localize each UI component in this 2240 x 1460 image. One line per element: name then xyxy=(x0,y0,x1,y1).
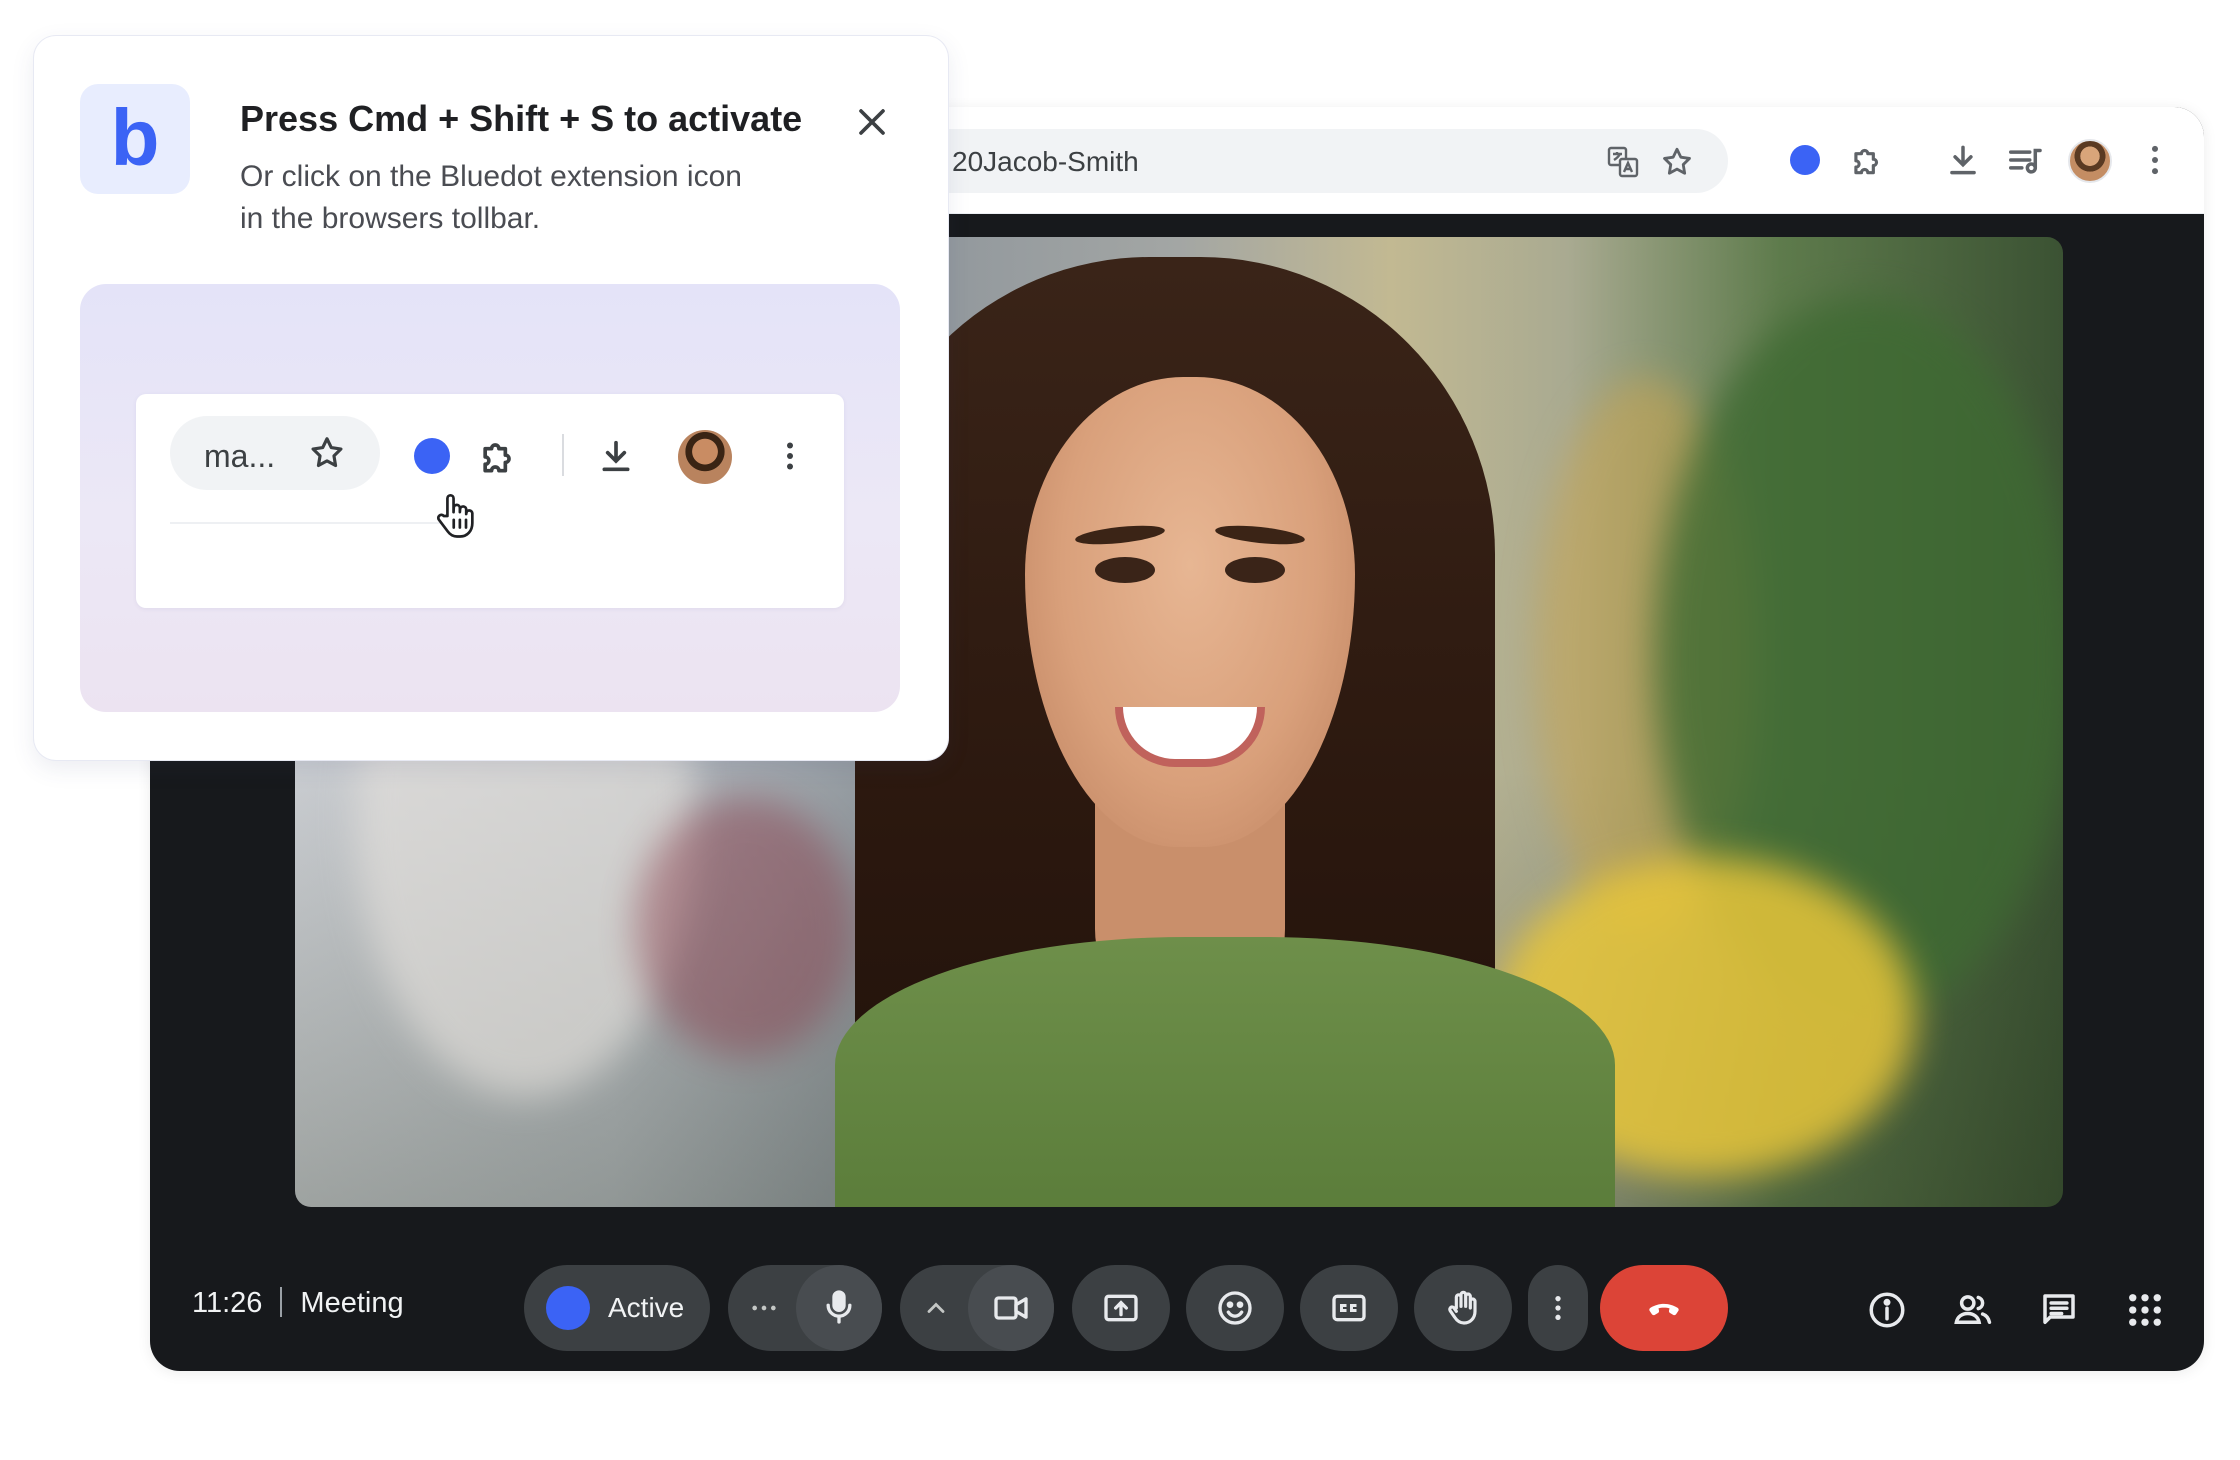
emoji-icon xyxy=(1218,1291,1252,1325)
preview-divider xyxy=(170,522,450,524)
raise-hand-icon xyxy=(1448,1290,1477,1325)
hang-up-button[interactable] xyxy=(1600,1265,1728,1351)
bluedot-status-button[interactable]: Active xyxy=(524,1265,710,1351)
captions-button[interactable] xyxy=(1300,1265,1398,1351)
bluedot-extension-icon xyxy=(414,438,450,474)
address-bar[interactable]: 20Jacob-Smith xyxy=(918,129,1728,193)
avatar xyxy=(678,430,732,484)
mic-button[interactable] xyxy=(796,1265,882,1351)
chat-icon[interactable] xyxy=(2038,1289,2080,1331)
close-icon[interactable] xyxy=(850,100,894,144)
people-icon[interactable] xyxy=(1952,1289,1994,1331)
raise-hand-button[interactable] xyxy=(1414,1265,1512,1351)
meeting-time: 11:26 xyxy=(192,1287,263,1319)
media-queue-icon[interactable] xyxy=(2006,141,2044,179)
more-options-button[interactable] xyxy=(1528,1265,1588,1351)
toolbar-preview-illustration: ma... xyxy=(80,284,900,712)
camera-control-group xyxy=(900,1265,1054,1351)
divider xyxy=(280,1287,283,1317)
mic-icon xyxy=(826,1290,852,1324)
download-icon xyxy=(602,440,630,472)
bluedot-dot-icon xyxy=(546,1286,590,1330)
preview-browser-toolbar: ma... xyxy=(136,394,844,608)
mic-control-group xyxy=(728,1265,882,1351)
preview-address-text: ma... xyxy=(204,438,276,474)
more-horiz-icon[interactable] xyxy=(750,1294,778,1322)
translate-icon[interactable] xyxy=(1606,145,1640,179)
hand-cursor-icon xyxy=(437,494,474,538)
emoji-button[interactable] xyxy=(1186,1265,1284,1351)
apps-grid-icon[interactable] xyxy=(2124,1289,2166,1331)
preview-toolbar-separator xyxy=(562,434,564,476)
present-button[interactable] xyxy=(1072,1265,1170,1351)
more-vert-icon xyxy=(1555,1296,1561,1320)
info-icon[interactable] xyxy=(1866,1289,1908,1331)
right-eye xyxy=(1225,557,1285,583)
person-shirt xyxy=(835,937,1615,1207)
meeting-info: 11:26 Meeting xyxy=(192,1287,404,1320)
address-bar-url: 20Jacob-Smith xyxy=(952,146,1139,177)
star-icon[interactable] xyxy=(1660,145,1694,179)
popup-subtitle-line2: in the browsers tollbar. xyxy=(240,202,541,235)
avatar[interactable] xyxy=(2068,139,2112,183)
chevron-up-icon[interactable] xyxy=(922,1294,950,1322)
bluedot-status-label: Active xyxy=(608,1292,685,1323)
camera-button[interactable] xyxy=(968,1265,1054,1351)
camera-icon xyxy=(994,1296,1028,1320)
captions-icon xyxy=(1332,1294,1366,1322)
star-icon xyxy=(311,437,343,468)
popup-subtitle: Or click on the Bluedot extension icon i… xyxy=(240,156,742,240)
left-eye xyxy=(1095,557,1155,583)
meeting-name: Meeting xyxy=(300,1287,404,1319)
preview-address-bar: ma... xyxy=(170,416,380,490)
popup-title: Press Cmd + Shift + S to activate xyxy=(240,98,803,139)
puzzle-extension-icon xyxy=(483,443,511,473)
puzzle-extension-icon[interactable] xyxy=(1848,141,1886,179)
popup-subtitle-line1: Or click on the Bluedot extension icon xyxy=(240,160,742,193)
bluedot-logo: b xyxy=(80,84,190,194)
hang-up-icon xyxy=(1649,1303,1679,1316)
bluedot-logo-letter: b xyxy=(110,93,160,182)
bluedot-activation-popup: b Press Cmd + Shift + S to activate Or c… xyxy=(34,36,948,760)
books-blur xyxy=(635,797,855,1057)
download-icon[interactable] xyxy=(1944,141,1982,179)
bluedot-extension-icon[interactable] xyxy=(1790,145,1820,175)
more-vert-icon[interactable] xyxy=(2136,141,2174,179)
more-vert-icon xyxy=(787,442,793,470)
present-icon xyxy=(1104,1294,1138,1322)
